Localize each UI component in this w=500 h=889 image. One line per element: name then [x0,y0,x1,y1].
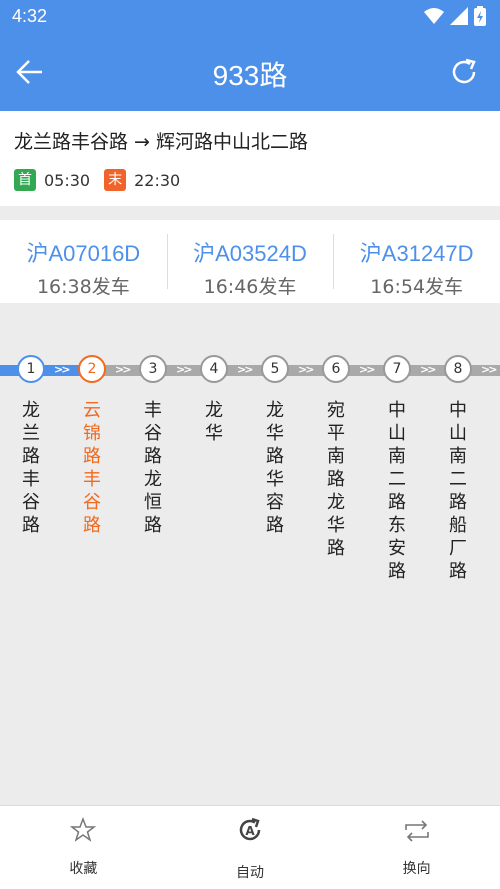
stop-number: 1 [17,355,45,383]
stop-item[interactable]: 4 龙华 [184,355,244,445]
service-hours: 首 05:30 末 22:30 [14,169,194,191]
reverse-direction-button[interactable]: 换向 [333,806,500,889]
stop-name: 云锦路丰谷路 [83,400,101,536]
swap-icon [404,820,429,842]
signal-icon [450,7,468,25]
stop-item[interactable]: 2 云锦路丰谷路 [62,355,122,537]
stop-item[interactable]: 3 丰谷路龙恒路 [123,355,183,537]
stop-item[interactable]: 5 龙华路华容路 [245,355,305,537]
stop-number: 2 [78,355,106,383]
route-info-card: 龙兰路丰谷路 → 辉河路中山北二路 首 05:30 末 22:30 [0,111,500,206]
status-time: 4:32 [12,6,48,26]
bus-plate: 沪A31247D [359,241,474,266]
status-bar: 4:32 [0,0,500,34]
stop-number: 4 [200,355,228,383]
bus-departure: 16:46发车 [203,276,297,298]
stop-name: 龙华 [205,400,223,444]
refresh-icon [452,58,476,84]
app-bar: 933路 [0,34,500,111]
auto-refresh-button[interactable]: A 自动 [167,806,334,889]
stop-name: 丰谷路龙恒路 [144,400,162,536]
bus-plate: 沪A07016D [26,241,141,266]
bus-departure: 16:54发车 [370,276,464,298]
bus-item[interactable]: 沪A03524D 16:46发车 [166,220,334,303]
battery-icon [474,6,486,26]
route-direction: 龙兰路丰谷路 → 辉河路中山北二路 [14,131,308,153]
stop-number: 5 [261,355,289,383]
stop-item[interactable]: 6 宛平南路龙华路 [306,355,366,560]
favorite-button[interactable]: 收藏 [0,806,167,889]
first-bus-time: 05:30 [44,170,91,190]
stop-item[interactable]: 1 龙兰路丰谷路 [1,355,61,537]
upcoming-buses: 沪A07016D 16:38发车 沪A03524D 16:46发车 沪A3124… [0,220,500,303]
stop-name: 龙华路华容路 [266,400,284,536]
last-bus-time: 22:30 [134,170,181,190]
bus-departure: 16:38发车 [36,276,130,298]
stop-number: 6 [322,355,350,383]
favorite-label: 收藏 [69,861,98,877]
star-icon [70,816,97,842]
status-icons [424,6,486,26]
stops-area[interactable]: >> >> >> >> >> >> >> >> 1 龙兰路丰谷路 2 云锦路丰谷… [0,303,500,805]
last-bus-badge: 末 [104,169,127,191]
refresh-button[interactable] [448,56,480,88]
stop-name: 中山南二路船厂路 [449,400,467,582]
bus-plate: 沪A03524D [193,241,307,266]
stop-item[interactable]: 8 中山南二路船厂路 [428,355,488,583]
auto-refresh-label: 自动 [236,865,264,881]
stop-name: 中山南二路东安路 [388,400,406,582]
stop-name: 龙兰路丰谷路 [22,400,40,536]
bottom-nav: 收藏 A 自动 换向 [0,805,500,889]
stop-number: 7 [383,355,411,383]
svg-text:A: A [245,824,255,838]
stop-number: 3 [139,355,167,383]
bus-item[interactable]: 沪A31247D 16:54发车 [333,220,500,303]
first-bus-badge: 首 [14,169,36,191]
stop-name: 宛平南路龙华路 [327,400,345,559]
reverse-direction-label: 换向 [402,861,431,877]
stop-item[interactable]: 7 中山南二路东安路 [367,355,427,583]
auto-refresh-icon: A [239,817,261,841]
stop-number: 8 [444,355,472,383]
page-title: 933路 [212,60,288,91]
wifi-icon [424,8,444,24]
bus-item[interactable]: 沪A07016D 16:38发车 [0,220,167,303]
